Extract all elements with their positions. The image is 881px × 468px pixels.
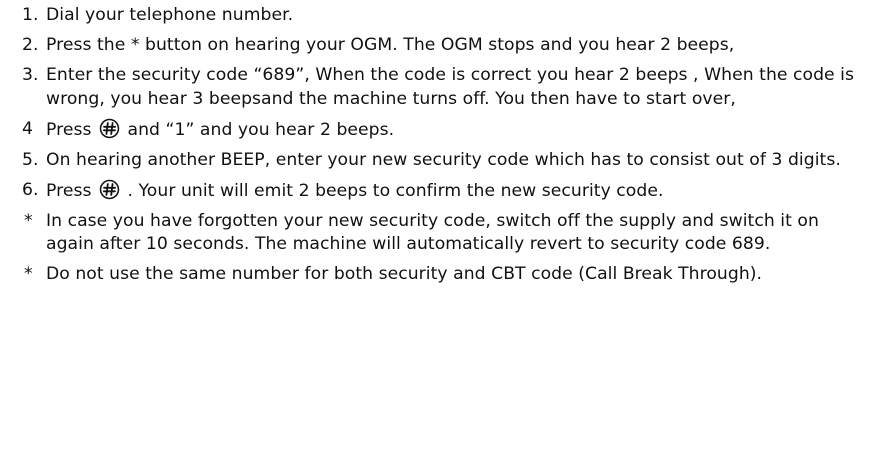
- step-text-before: Press: [46, 180, 92, 201]
- step-number: 3.: [22, 65, 39, 85]
- step-5: 5. On hearing another BEEP, enter your n…: [22, 149, 872, 173]
- step-content: Press . Your unit will emit 2 beeps to c…: [46, 179, 864, 204]
- step-text-after: and “1” and you hear 2 beeps.: [122, 119, 395, 140]
- step-3: 3. Enter the security code “689”, When t…: [22, 64, 872, 111]
- note-bullet: *: [24, 264, 33, 284]
- step-number: 5.: [22, 149, 39, 170]
- note-text: Do not use the same number for both secu…: [46, 264, 763, 284]
- step-text-after: . Your unit will emit 2 beeps to confirm…: [127, 180, 664, 201]
- step-text-before: Press: [46, 119, 92, 140]
- hash-key-icon: [99, 118, 120, 138]
- step-content: Press and “1” and you hear 2 beeps.: [46, 118, 864, 143]
- step-number: 6.: [22, 179, 39, 200]
- instruction-document: 1. Dial your telephone number. 2. Press …: [0, 0, 872, 287]
- step-number: 4: [22, 118, 33, 139]
- step-2: 2. Press the * button on hearing your OG…: [22, 34, 872, 58]
- step-text: On hearing another BEEP, enter your new …: [46, 149, 841, 170]
- step-6: 6. Press . Your unit will emit 2 beeps t…: [22, 179, 872, 204]
- step-number: 2.: [22, 35, 39, 55]
- hash-key-icon: [99, 179, 120, 199]
- step-text: Enter the security code “689”, When the …: [46, 65, 855, 109]
- step-4: 4 Press and “1” and you hear 2 beeps.: [22, 118, 872, 143]
- note-2: * Do not use the same number for both se…: [22, 263, 872, 287]
- step-text: Dial your telephone number.: [46, 5, 294, 25]
- step-number: 1.: [22, 5, 39, 25]
- note-1: * In case you have forgotten your new se…: [22, 210, 872, 257]
- step-1: 1. Dial your telephone number.: [22, 4, 872, 28]
- note-text: In case you have forgotten your new secu…: [46, 210, 819, 255]
- note-bullet: *: [24, 210, 33, 231]
- step-text: Press the * button on hearing your OGM. …: [46, 35, 735, 55]
